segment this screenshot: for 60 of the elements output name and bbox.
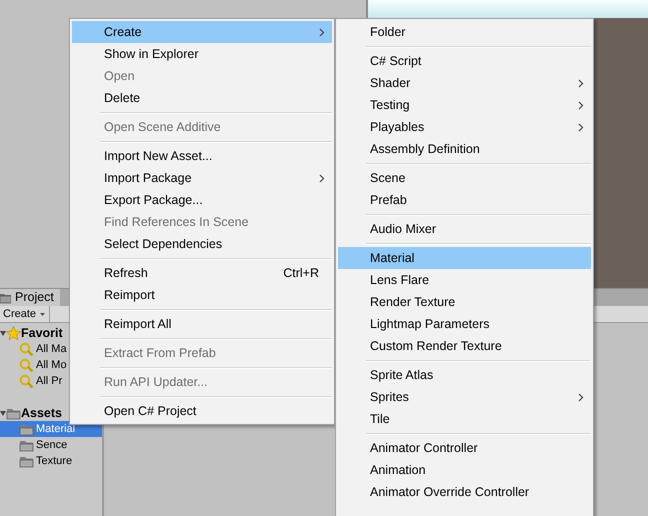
menu-item[interactable]: C# Script xyxy=(338,50,591,72)
menu-item[interactable]: Folder xyxy=(338,21,591,43)
chevron-icon xyxy=(578,100,584,110)
chevron-icon xyxy=(578,392,584,402)
menu-item[interactable]: Material xyxy=(338,247,591,269)
menu-item[interactable]: Lens Flare xyxy=(338,269,591,291)
menu-item[interactable]: Lightmap Parameters xyxy=(338,313,591,335)
chevron-icon xyxy=(578,78,584,88)
menu-item[interactable]: Refresh Ctrl+R xyxy=(72,262,332,284)
menu-item[interactable]: Import Package xyxy=(72,167,332,189)
menu-item[interactable]: Playables xyxy=(338,116,591,138)
menu-item[interactable]: Animator Controller xyxy=(338,437,591,459)
menu-item[interactable]: Prefab xyxy=(338,189,591,211)
expanded-arrow-icon xyxy=(0,330,6,336)
chevron-icon xyxy=(578,122,584,132)
menu-item[interactable]: Create xyxy=(72,21,332,43)
menu-item: Find References In Scene xyxy=(103,214,250,231)
chevron-icon xyxy=(319,174,325,182)
expanded-arrow-icon xyxy=(0,410,6,416)
menu-item[interactable]: Export Package... xyxy=(72,189,332,211)
chevron-icon xyxy=(319,28,325,36)
tree-item[interactable]: Sence xyxy=(0,437,102,453)
project-tab[interactable]: Project xyxy=(0,289,60,306)
menu-item[interactable]: Animator Override Controller xyxy=(338,481,591,503)
tree-item[interactable]: Material xyxy=(0,421,102,437)
menu-item[interactable]: Audio Mixer xyxy=(338,218,591,240)
folder-icon xyxy=(19,422,34,436)
search-icon xyxy=(19,358,34,372)
search-icon xyxy=(19,342,34,356)
menu-item[interactable]: Delete xyxy=(72,87,332,109)
star-icon xyxy=(6,326,21,340)
menu-item[interactable]: Import New Asset... xyxy=(72,145,332,167)
menu-item[interactable]: Render Texture xyxy=(338,291,591,313)
tree-item[interactable]: Texture xyxy=(0,453,102,469)
menu-item[interactable]: Assembly Definition xyxy=(338,138,591,160)
menu-item[interactable]: Testing xyxy=(338,94,591,116)
tree-item[interactable]: All Mo xyxy=(0,357,102,373)
folder-icon xyxy=(19,438,34,452)
tree-item[interactable]: All Ma xyxy=(0,341,102,357)
menu-item[interactable]: Animation xyxy=(338,459,591,481)
menu-item: Open Scene Additive xyxy=(103,119,222,136)
menu-item[interactable]: Shader xyxy=(338,72,591,94)
menu-item[interactable]: Custom Render Texture xyxy=(338,335,591,357)
menu-item[interactable]: Scene xyxy=(338,167,591,189)
menu-item[interactable]: Tile xyxy=(338,408,591,430)
folder-icon xyxy=(6,406,21,420)
menu-item[interactable]: Sprite Atlas xyxy=(338,364,591,386)
menu-item[interactable]: Reimport xyxy=(72,284,332,306)
search-icon xyxy=(19,374,34,388)
folder-icon xyxy=(19,454,34,468)
menu-item: Extract From Prefab xyxy=(103,345,217,362)
menu-item[interactable]: Sprites xyxy=(338,386,591,408)
create-dropdown[interactable]: Create xyxy=(0,306,50,322)
tree-item[interactable]: All Pr xyxy=(0,373,102,389)
caret-icon xyxy=(40,312,46,316)
menu-item[interactable]: Select Dependencies xyxy=(72,233,332,255)
folder-icon xyxy=(0,292,11,304)
menu-item: Open xyxy=(103,68,136,85)
menu-item[interactable]: Show in Explorer xyxy=(72,43,332,65)
menu-item: Run API Updater... xyxy=(103,374,209,391)
